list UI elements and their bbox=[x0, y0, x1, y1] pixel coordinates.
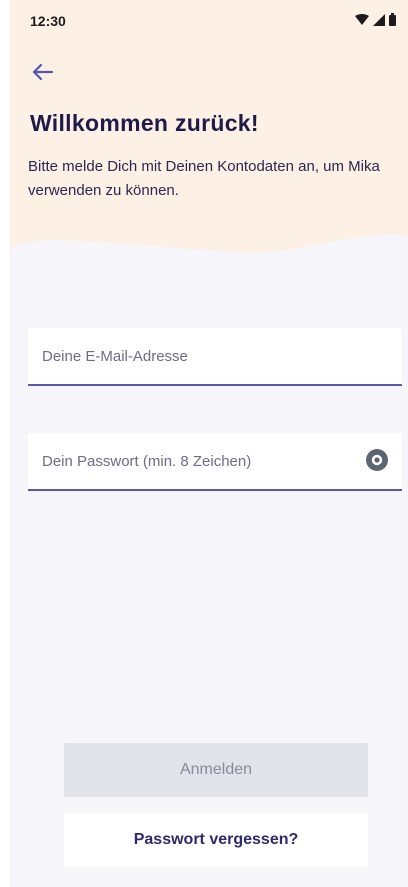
login-button[interactable]: Anmelden bbox=[64, 743, 368, 797]
status-icons bbox=[355, 13, 396, 26]
page-title: Willkommen zurück! bbox=[30, 110, 259, 136]
page-subtitle: Bitte melde Dich mit Deinen Kontodaten a… bbox=[28, 158, 380, 199]
eye-icon bbox=[365, 448, 389, 477]
email-field bbox=[28, 328, 402, 386]
login-screen: 12:30 Willkommen zurück! Bitte melde Dic… bbox=[10, 0, 408, 887]
battery-icon bbox=[389, 13, 396, 26]
wifi-icon bbox=[355, 13, 369, 26]
arrow-left-icon bbox=[31, 63, 54, 86]
show-password-button[interactable] bbox=[364, 448, 390, 477]
signal-icon bbox=[373, 13, 385, 26]
email-input[interactable] bbox=[42, 328, 342, 384]
status-time: 12:30 bbox=[30, 13, 66, 29]
back-button[interactable] bbox=[24, 56, 60, 92]
status-bar: 12:30 bbox=[10, 0, 408, 40]
forgot-password-button[interactable]: Passwort vergessen? bbox=[64, 813, 368, 867]
password-field bbox=[28, 433, 402, 491]
password-input[interactable] bbox=[42, 433, 342, 489]
